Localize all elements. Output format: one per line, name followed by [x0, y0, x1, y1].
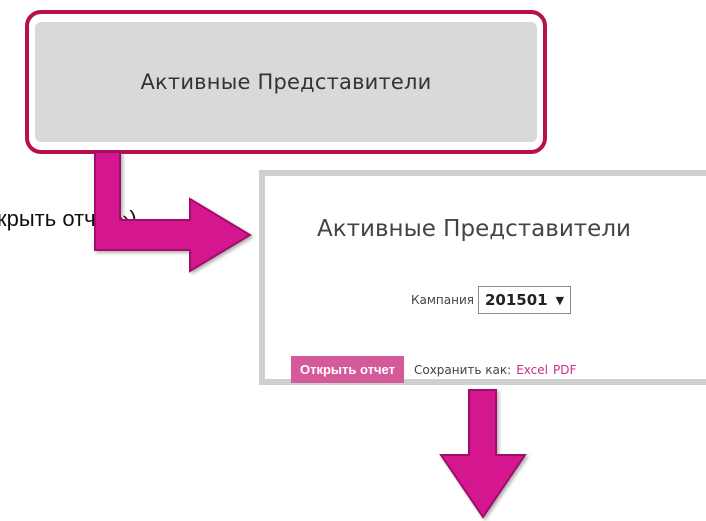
campaign-select[interactable]: 201501 ▼	[478, 286, 572, 314]
campaign-value: 201501	[485, 291, 548, 309]
excel-link[interactable]: Excel	[516, 363, 548, 377]
active-representatives-button[interactable]: Активные Представители	[35, 22, 537, 142]
campaign-label: Кампания	[411, 293, 474, 307]
arrow-down-icon	[439, 389, 527, 519]
active-representatives-label: Активные Представители	[140, 70, 432, 94]
campaign-row: Кампания 201501 ▼	[411, 286, 572, 314]
save-as-label: Сохранить как:	[413, 362, 512, 377]
dropdown-arrow-icon: ▼	[555, 293, 565, 307]
actions-row: Открыть отчет Сохранить как: Excel PDF	[291, 356, 576, 383]
dialog-title: Активные Представители	[317, 216, 631, 242]
pdf-link[interactable]: PDF	[553, 363, 576, 377]
caption-text: крыть отчет»)	[0, 206, 137, 231]
report-dialog: Активные Представители Кампания 201501 ▼…	[259, 170, 706, 385]
open-report-button[interactable]: Открыть отчет	[291, 356, 404, 383]
